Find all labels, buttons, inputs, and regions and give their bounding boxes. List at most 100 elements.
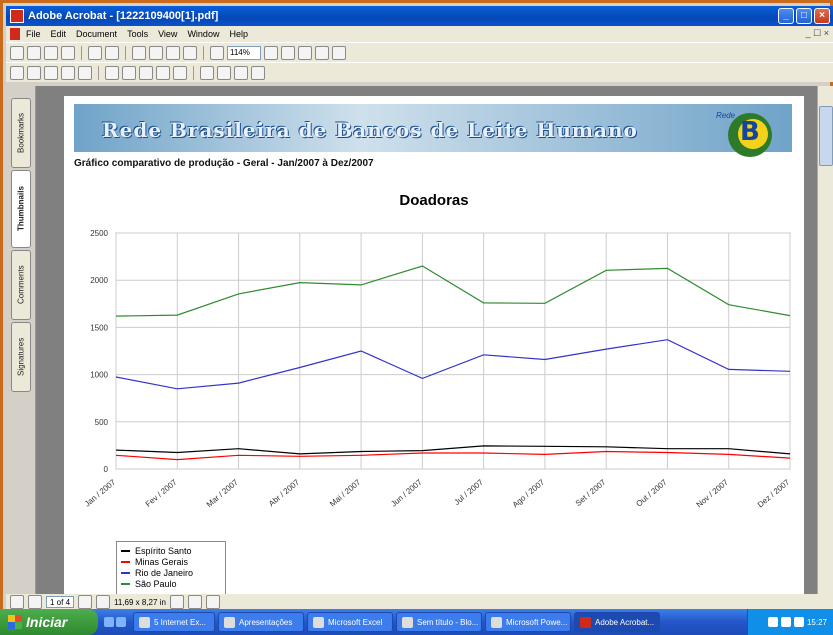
menu-file[interactable]: File	[26, 29, 41, 39]
x-tick-label: Set / 2007	[574, 477, 608, 508]
legend-swatch	[121, 549, 130, 552]
first-page-nav-icon[interactable]	[10, 595, 24, 609]
tab-signatures[interactable]: Signatures	[11, 322, 31, 392]
rotate-icon[interactable]	[332, 45, 346, 60]
page-number-field[interactable]: 1 of 4	[46, 596, 75, 608]
page-size-label: 11,69 x 8,27 in	[114, 597, 166, 607]
y-tick-label: 1500	[90, 323, 108, 332]
taskbar-button-acrobat[interactable]: Adobe Acrobat...	[574, 612, 660, 632]
text-select-icon[interactable]	[61, 65, 75, 80]
tray-icon[interactable]	[793, 617, 804, 627]
hand-tool-icon[interactable]	[10, 65, 24, 80]
continuous-icon[interactable]	[187, 595, 202, 609]
legend-swatch	[121, 582, 130, 585]
line-tool-icon[interactable]	[139, 65, 153, 80]
next-page-nav-icon[interactable]	[78, 595, 93, 609]
tab-comments[interactable]: Comments	[11, 250, 31, 320]
search-icon[interactable]	[105, 45, 119, 60]
chart-legend: Espírito Santo Minas Gerais Rio de Janei…	[116, 541, 226, 594]
tray-icon[interactable]	[767, 617, 778, 627]
legend-item: Rio de Janeiro	[121, 567, 221, 578]
taskbar-button-internet-explorer[interactable]: 5 Internet Ex...	[133, 612, 215, 632]
document-window-controls[interactable]: _ ☐ ×	[806, 28, 829, 39]
fit-page-icon[interactable]	[298, 45, 312, 60]
y-tick-label: 2500	[90, 229, 108, 238]
zoom-out-icon[interactable]	[210, 45, 224, 60]
pencil-tool-icon[interactable]	[122, 65, 136, 80]
email-icon[interactable]	[61, 45, 75, 60]
actual-size-icon[interactable]	[281, 45, 295, 60]
facing-icon[interactable]	[205, 595, 220, 609]
tab-thumbnails[interactable]: Thumbnails	[11, 170, 31, 248]
menu-document[interactable]: Document	[76, 29, 117, 39]
graphics-select-icon[interactable]	[78, 65, 92, 80]
open-icon[interactable]	[10, 45, 24, 60]
document-icon[interactable]	[10, 28, 20, 40]
x-tick-label: Mai / 2007	[328, 477, 363, 508]
folder-icon	[224, 616, 235, 628]
stamp-tool-icon[interactable]	[156, 65, 170, 80]
form-tool-icon[interactable]	[234, 65, 248, 80]
note-tool-icon[interactable]	[105, 65, 119, 80]
menu-help[interactable]: Help	[229, 29, 248, 39]
menu-tools[interactable]: Tools	[127, 29, 148, 39]
navigation-pane: Bookmarks Thumbnails Comments Signatures	[6, 86, 36, 594]
title-bar[interactable]: Adobe Acrobat - [1222109400[1].pdf] _ □ …	[6, 6, 833, 26]
find-icon[interactable]	[88, 45, 102, 60]
legend-swatch	[121, 571, 130, 574]
clock: 15:27	[806, 617, 827, 627]
legend-item: São Paulo	[121, 578, 221, 589]
close-button[interactable]: ×	[814, 8, 830, 24]
crop-tool-icon[interactable]	[200, 65, 214, 80]
system-tray: 15:27	[747, 609, 833, 635]
tab-bookmarks[interactable]: Bookmarks	[11, 98, 31, 168]
fit-width-icon[interactable]	[315, 45, 329, 60]
highlight-tool-icon[interactable]	[173, 65, 187, 80]
menu-window[interactable]: Window	[187, 29, 219, 39]
windows-taskbar: Iniciar 5 Internet Ex... Apresentações M…	[0, 609, 833, 635]
quick-launch-icon[interactable]	[116, 617, 126, 627]
taskbar-button-excel[interactable]: Microsoft Excel	[307, 612, 393, 632]
y-tick-label: 1000	[90, 371, 108, 380]
zoom-in-icon[interactable]	[264, 45, 278, 60]
menu-edit[interactable]: Edit	[51, 29, 67, 39]
next-page-icon[interactable]	[166, 45, 180, 60]
acrobat-app-icon	[10, 9, 24, 23]
minimize-button[interactable]: _	[778, 8, 794, 24]
toolbar-divider	[193, 65, 194, 80]
scrollbar-thumb[interactable]	[819, 106, 833, 166]
menu-view[interactable]: View	[158, 29, 177, 39]
first-page-icon[interactable]	[132, 45, 146, 60]
legend-item: Espírito Santo	[121, 545, 221, 556]
prev-page-nav-icon[interactable]	[28, 595, 42, 609]
zoom-minus-tool-icon[interactable]	[44, 65, 58, 80]
y-tick-label: 0	[104, 465, 109, 474]
last-page-nav-icon[interactable]	[96, 595, 111, 609]
single-page-icon[interactable]	[169, 595, 184, 609]
quick-launch-icon[interactable]	[104, 617, 114, 627]
legend-label: Minas Gerais	[135, 556, 189, 567]
taskbar-button-apresentacoes[interactable]: Apresentações	[218, 612, 304, 632]
tools-toolbar	[6, 62, 833, 82]
ie-icon	[139, 616, 150, 628]
maximize-button[interactable]: □	[796, 8, 812, 24]
x-tick-label: Dez / 2007	[756, 477, 792, 509]
touchup-text-icon[interactable]	[251, 65, 265, 80]
toolbar-divider	[125, 45, 126, 60]
taskbar-button-notepad[interactable]: Sem título - Blo...	[396, 612, 482, 632]
x-tick-label: Mar / 2007	[205, 477, 241, 509]
prev-page-icon[interactable]	[149, 45, 163, 60]
last-page-icon[interactable]	[183, 45, 197, 60]
legend-label: São Paulo	[135, 578, 177, 589]
taskbar-button-powerpoint[interactable]: Microsoft Powe...	[485, 612, 571, 632]
x-tick-label: Jun / 2007	[389, 477, 424, 508]
link-tool-icon[interactable]	[217, 65, 231, 80]
vertical-scrollbar[interactable]	[817, 86, 833, 594]
zoom-level-field[interactable]: 114%	[227, 45, 261, 60]
start-button[interactable]: Iniciar	[0, 609, 98, 635]
quick-launch	[104, 612, 130, 632]
save-icon[interactable]	[27, 45, 41, 60]
tray-icon[interactable]	[780, 617, 791, 627]
print-icon[interactable]	[44, 45, 58, 60]
zoom-tool-icon[interactable]	[27, 65, 41, 80]
